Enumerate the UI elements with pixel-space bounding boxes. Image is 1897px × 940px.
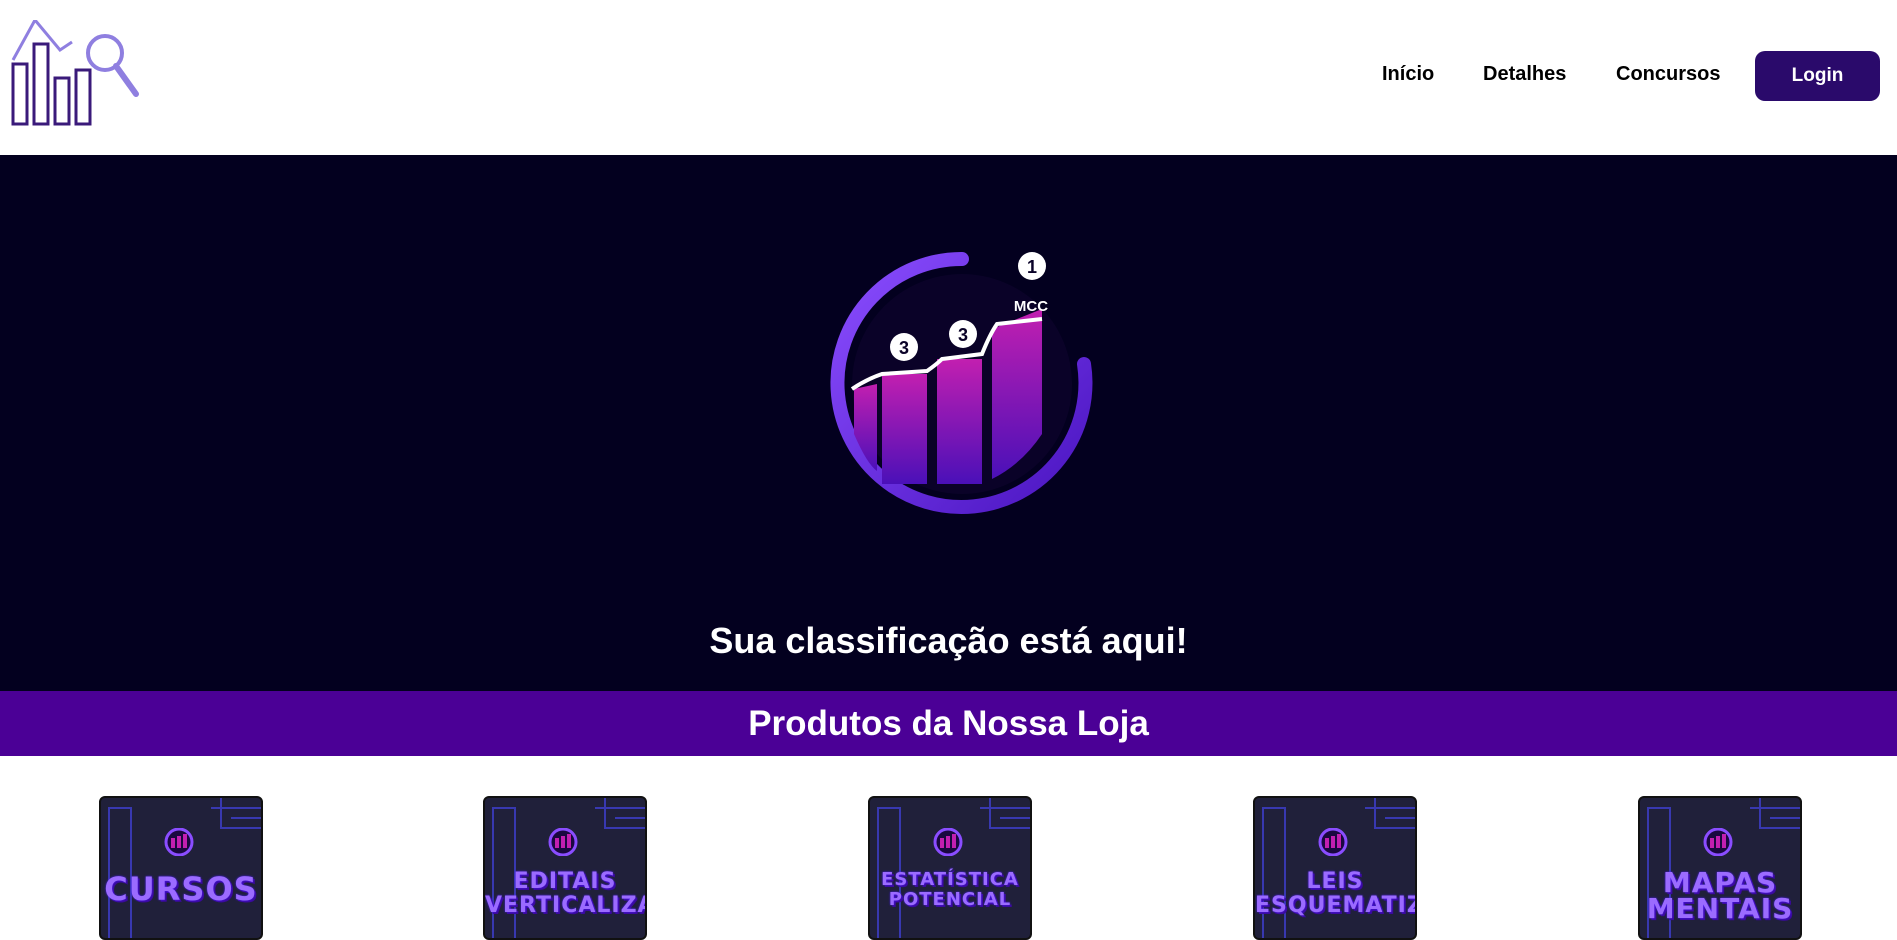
product-label: MAPAS MENTAIS <box>1646 866 1794 925</box>
nav-link-home[interactable]: Início <box>1382 63 1434 86</box>
emblem-badge-icon <box>548 828 578 856</box>
logo-chart-magnifier-icon[interactable] <box>10 20 140 130</box>
products-grid: CURSOS EDITAIS VERTICALIZADOS ESTATÍSTIC… <box>0 756 1897 940</box>
product-label: EDITAIS VERTICALIZADOS <box>485 869 645 918</box>
product-label: LEIS ESQUEMATIZADAS <box>1255 869 1415 918</box>
hero-title: Sua classificação está aqui! <box>709 620 1188 661</box>
circuit-pattern-icon <box>877 798 1030 938</box>
rank-marker-1: 3 <box>899 338 909 358</box>
product-card-cursos[interactable]: CURSOS <box>99 796 263 940</box>
site-header: Início Detalhes Concursos Login <box>0 0 1897 155</box>
store-title: Produtos da Nossa Loja <box>748 704 1149 743</box>
emblem-badge-icon <box>164 828 194 856</box>
product-card-leis[interactable]: LEIS ESQUEMATIZADAS <box>1253 796 1417 940</box>
product-card-estatistica[interactable]: ESTATÍSTICA POTENCIAL <box>868 796 1032 940</box>
login-button[interactable]: Login <box>1755 51 1880 101</box>
store-title-band: Produtos da Nossa Loja <box>0 691 1897 756</box>
circuit-pattern-icon <box>108 798 261 938</box>
ranking-emblem-icon: 3 3 1 MCC <box>830 251 1093 514</box>
product-label: CURSOS <box>104 870 258 908</box>
hero-section: 3 3 1 MCC Sua classificação está aqui! <box>0 155 1897 691</box>
emblem-badge-icon <box>1703 828 1733 856</box>
product-label: ESTATÍSTICA POTENCIAL <box>881 869 1019 910</box>
product-card-editais[interactable]: EDITAIS VERTICALIZADOS <box>483 796 647 940</box>
emblem-badge-icon <box>1318 828 1348 856</box>
nav-link-contests[interactable]: Concursos <box>1616 63 1720 86</box>
emblem-badge-icon <box>933 828 963 856</box>
emblem-text: MCC <box>1014 298 1048 315</box>
rank-marker-2: 3 <box>958 325 968 345</box>
rank-marker-3: 1 <box>1027 257 1037 277</box>
product-card-mapas[interactable]: MAPAS MENTAIS <box>1638 796 1802 940</box>
nav-link-details[interactable]: Detalhes <box>1483 63 1566 86</box>
